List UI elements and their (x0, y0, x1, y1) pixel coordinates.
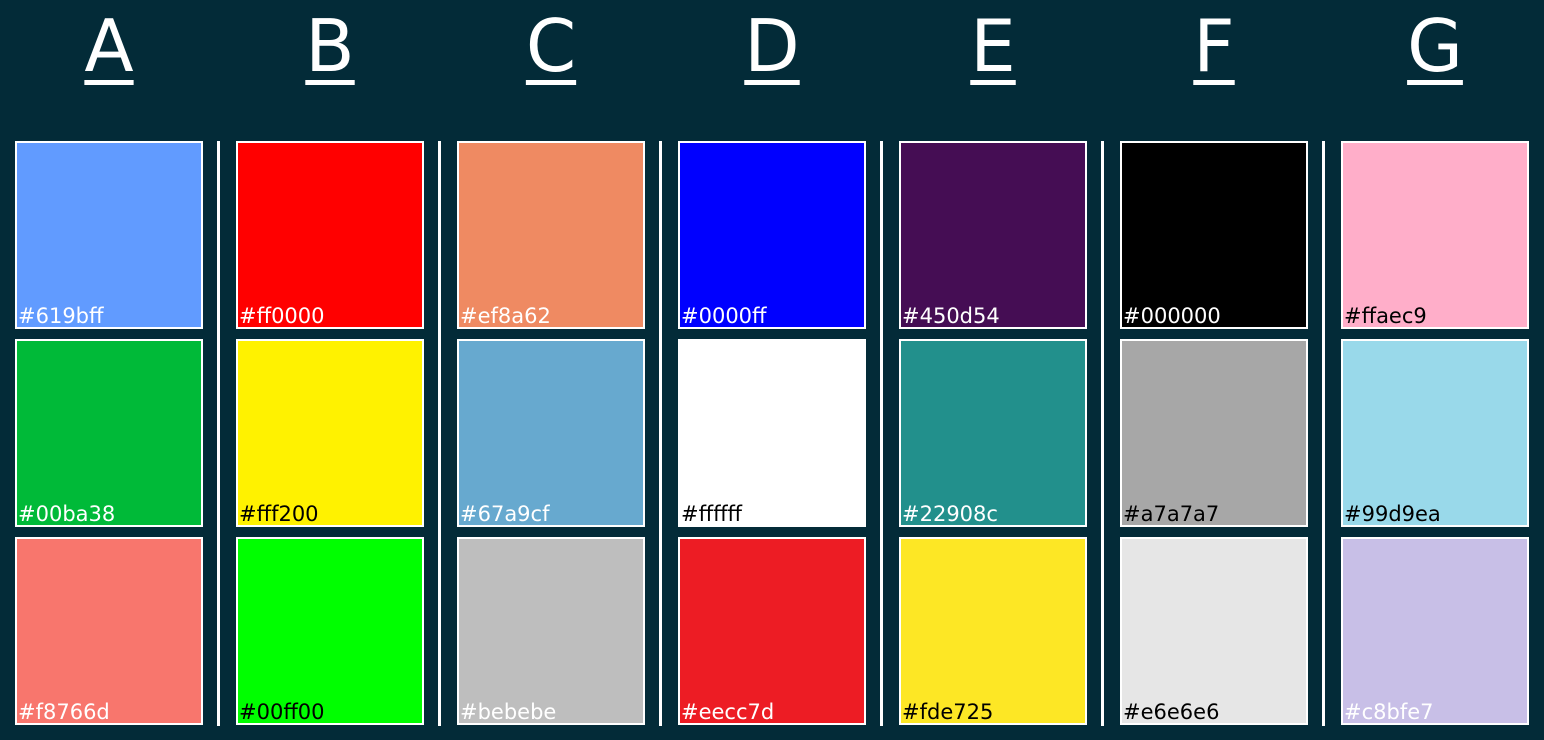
palette-column-b: B #ff0000 #fff200 #00ff00 (236, 0, 424, 740)
column-header: E (899, 0, 1087, 100)
column-letter: C (525, 4, 577, 88)
swatch-hex-label: #f8766d (18, 700, 110, 724)
swatch-hex-label: #fff200 (239, 502, 319, 526)
color-swatch[interactable]: #ffffff (678, 339, 866, 527)
color-swatch[interactable]: #450d54 (899, 141, 1087, 329)
color-swatch[interactable]: #67a9cf (457, 339, 645, 527)
column-divider (438, 141, 441, 726)
color-swatch[interactable]: #ff0000 (236, 141, 424, 329)
column-letter: F (1193, 4, 1235, 88)
swatch-hex-label: #99d9ea (1344, 502, 1441, 526)
color-swatch[interactable]: #fff200 (236, 339, 424, 527)
palette-column-f: F #000000 #a7a7a7 #e6e6e6 (1120, 0, 1308, 740)
column-divider (1101, 141, 1104, 726)
column-header: D (678, 0, 866, 100)
column-header: G (1341, 0, 1529, 100)
color-swatch[interactable]: #a7a7a7 (1120, 339, 1308, 527)
column-letter: B (305, 4, 355, 88)
swatch-hex-label: #00ff00 (239, 700, 325, 724)
column-letter: E (970, 4, 1016, 88)
swatch-hex-label: #ef8a62 (460, 304, 551, 328)
swatch-hex-label: #a7a7a7 (1123, 502, 1220, 526)
swatch-hex-label: #450d54 (902, 304, 1000, 328)
swatch-hex-label: #fde725 (902, 700, 994, 724)
color-swatch[interactable]: #bebebe (457, 537, 645, 725)
swatch-hex-label: #619bff (18, 304, 104, 328)
color-swatch[interactable]: #eecc7d (678, 537, 866, 725)
color-swatch[interactable]: #00ba38 (15, 339, 203, 527)
color-swatch[interactable]: #00ff00 (236, 537, 424, 725)
swatch-hex-label: #67a9cf (460, 502, 550, 526)
swatch-hex-label: #000000 (1123, 304, 1221, 328)
swatch-hex-label: #ffffff (681, 502, 743, 526)
color-swatch[interactable]: #fde725 (899, 537, 1087, 725)
column-divider (880, 141, 883, 726)
column-header: F (1120, 0, 1308, 100)
column-header: C (457, 0, 645, 100)
swatch-hex-label: #00ba38 (18, 502, 116, 526)
color-swatch[interactable]: #99d9ea (1341, 339, 1529, 527)
palette-column-d: D #0000ff #ffffff #eecc7d (678, 0, 866, 740)
column-header: B (236, 0, 424, 100)
swatch-hex-label: #e6e6e6 (1123, 700, 1220, 724)
swatch-hex-label: #ffaec9 (1344, 304, 1427, 328)
color-swatch[interactable]: #22908c (899, 339, 1087, 527)
color-swatch[interactable]: #619bff (15, 141, 203, 329)
color-swatch[interactable]: #c8bfe7 (1341, 537, 1529, 725)
swatch-hex-label: #eecc7d (681, 700, 775, 724)
swatch-hex-label: #c8bfe7 (1344, 700, 1434, 724)
palette-column-c: C #ef8a62 #67a9cf #bebebe (457, 0, 645, 740)
color-swatch[interactable]: #000000 (1120, 141, 1308, 329)
color-swatch[interactable]: #e6e6e6 (1120, 537, 1308, 725)
swatch-hex-label: #0000ff (681, 304, 767, 328)
column-letter: D (744, 4, 800, 88)
column-letter: G (1407, 4, 1463, 88)
color-swatch[interactable]: #f8766d (15, 537, 203, 725)
palette-column-a: A #619bff #00ba38 #f8766d (15, 0, 203, 740)
palette-column-e: E #450d54 #22908c #fde725 (899, 0, 1087, 740)
color-swatch[interactable]: #ef8a62 (457, 141, 645, 329)
swatch-hex-label: #ff0000 (239, 304, 325, 328)
color-swatch[interactable]: #ffaec9 (1341, 141, 1529, 329)
swatch-hex-label: #bebebe (460, 700, 557, 724)
column-divider (217, 141, 220, 726)
swatch-hex-label: #22908c (902, 502, 998, 526)
column-letter: A (84, 4, 134, 88)
color-swatch[interactable]: #0000ff (678, 141, 866, 329)
column-divider (659, 141, 662, 726)
color-palette-page: A #619bff #00ba38 #f8766d B #ff0000 #fff… (0, 0, 1544, 740)
column-header: A (15, 0, 203, 100)
column-divider (1322, 141, 1325, 726)
palette-column-g: G #ffaec9 #99d9ea #c8bfe7 (1341, 0, 1529, 740)
